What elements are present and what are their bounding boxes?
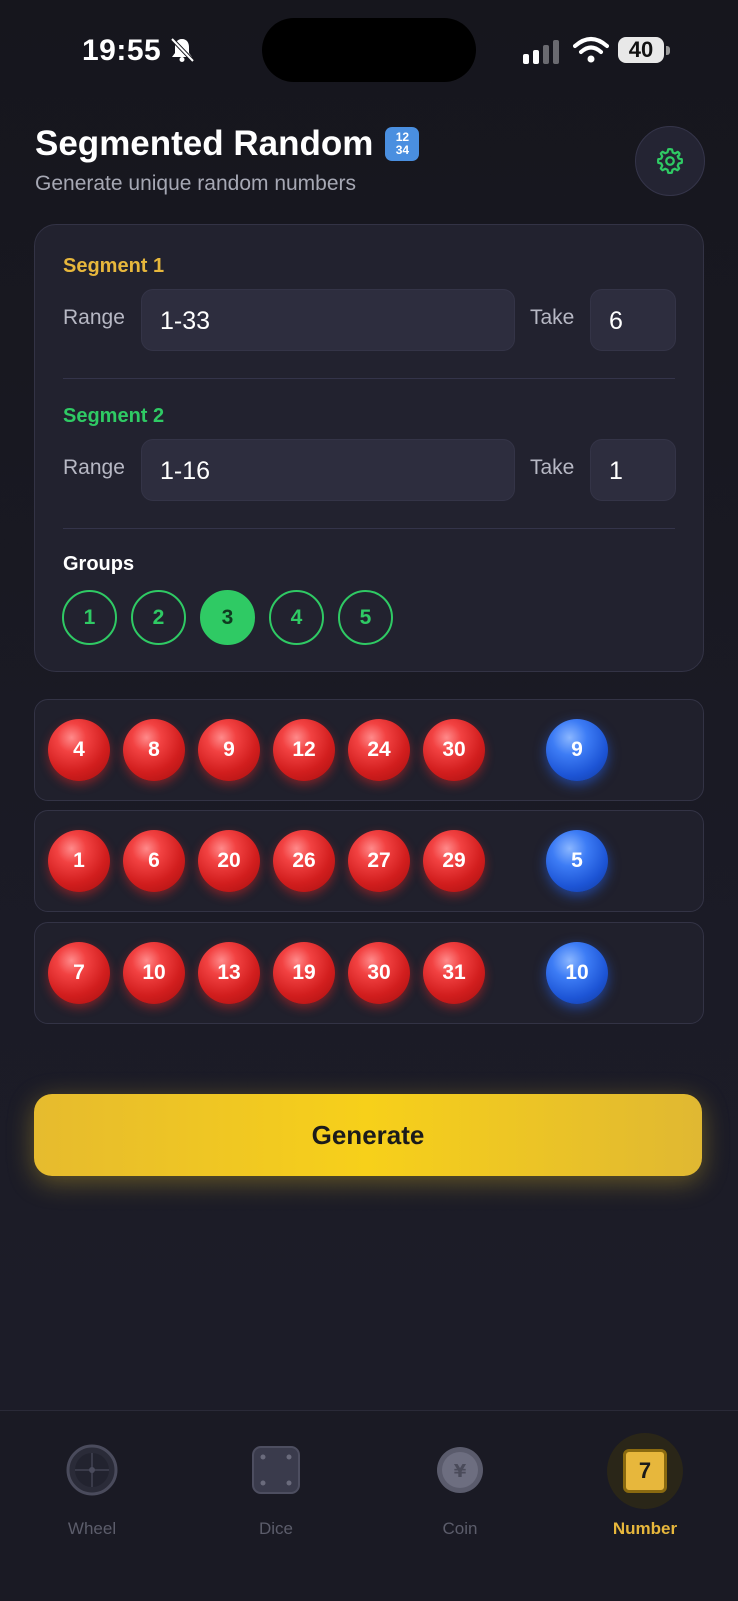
page-title-row: Segmented Random 12 34 bbox=[35, 124, 420, 164]
red-ball: 1 bbox=[48, 830, 110, 892]
red-ball: 10 bbox=[123, 942, 185, 1004]
page-title: Segmented Random bbox=[35, 124, 374, 163]
tab-number-label: Number bbox=[612, 1519, 678, 1538]
red-ball: 13 bbox=[198, 942, 260, 1004]
wheel-icon bbox=[66, 1444, 118, 1496]
group-option-5[interactable]: 5 bbox=[338, 590, 393, 645]
tab-dice[interactable]: Dice bbox=[216, 1433, 336, 1543]
dynamic-island bbox=[262, 18, 476, 82]
red-ball: 20 bbox=[198, 830, 260, 892]
blue-ball: 10 bbox=[546, 942, 608, 1004]
segment-2-take-input[interactable]: 1 bbox=[590, 439, 676, 501]
segment-1-take-input[interactable]: 6 bbox=[590, 289, 676, 351]
tab-coin-label: Coin bbox=[442, 1519, 478, 1538]
red-ball: 24 bbox=[348, 719, 410, 781]
blue-ball: 5 bbox=[546, 830, 608, 892]
battery-level: 40 bbox=[618, 37, 664, 63]
divider bbox=[63, 528, 675, 529]
red-ball: 30 bbox=[348, 942, 410, 1004]
bell-muted-icon bbox=[170, 37, 195, 63]
group-option-2[interactable]: 2 bbox=[131, 590, 186, 645]
segments-card: Segment 1 Range 1-33 Take 6 Segment 2 Ra… bbox=[34, 224, 704, 672]
red-ball: 8 bbox=[123, 719, 185, 781]
number-icon-text: 7 bbox=[638, 1458, 652, 1483]
segment-2-take-label: Take bbox=[530, 456, 575, 479]
segment-2-range-input[interactable]: 1-16 bbox=[141, 439, 515, 501]
battery-indicator: 40 bbox=[618, 37, 672, 65]
segment-1-label: Segment 1 bbox=[63, 255, 165, 277]
tab-bar: Wheel Dice ¥ Coin 7 Number bbox=[0, 1410, 738, 1601]
numbers-emoji-icon: 12 34 bbox=[385, 127, 420, 161]
group-option-4[interactable]: 4 bbox=[269, 590, 324, 645]
red-ball: 26 bbox=[273, 830, 335, 892]
home-indicator bbox=[240, 1580, 498, 1586]
red-ball: 29 bbox=[423, 830, 485, 892]
settings-button[interactable] bbox=[635, 126, 705, 196]
group-option-1[interactable]: 1 bbox=[62, 590, 117, 645]
segment-2-label: Segment 2 bbox=[63, 405, 165, 427]
wifi-icon bbox=[573, 37, 609, 63]
segment-1-range-label: Range bbox=[63, 306, 125, 329]
dice-icon bbox=[252, 1446, 300, 1494]
result-row: 1 6 20 26 27 29 5 bbox=[34, 810, 704, 912]
tab-number[interactable]: 7 Number bbox=[585, 1433, 705, 1543]
generate-button[interactable]: Generate bbox=[34, 1094, 702, 1176]
tab-dice-label: Dice bbox=[258, 1519, 293, 1538]
groups-label: Groups bbox=[63, 553, 135, 575]
segment-2-range-label: Range bbox=[63, 456, 125, 479]
result-row: 4 8 9 12 24 30 9 bbox=[34, 699, 704, 801]
segment-1-range-input[interactable]: 1-33 bbox=[141, 289, 515, 351]
status-bar: 19:55 40 bbox=[0, 0, 738, 100]
red-ball: 30 bbox=[423, 719, 485, 781]
status-time: 19:55 bbox=[82, 34, 162, 67]
red-ball: 19 bbox=[273, 942, 335, 1004]
svg-text:¥: ¥ bbox=[454, 1461, 467, 1482]
coin-icon: ¥ bbox=[437, 1447, 483, 1493]
red-ball: 12 bbox=[273, 719, 335, 781]
red-ball: 6 bbox=[123, 830, 185, 892]
tab-wheel-label: Wheel bbox=[67, 1519, 117, 1538]
red-ball: 9 bbox=[198, 719, 260, 781]
page-subtitle: Generate unique random numbers bbox=[35, 172, 357, 195]
gear-icon bbox=[657, 148, 683, 174]
group-option-3-selected[interactable]: 3 bbox=[200, 590, 255, 645]
number-icon: 7 bbox=[623, 1449, 667, 1493]
red-ball: 4 bbox=[48, 719, 110, 781]
divider bbox=[63, 378, 675, 379]
red-ball: 7 bbox=[48, 942, 110, 1004]
tab-wheel[interactable]: Wheel bbox=[32, 1433, 152, 1543]
red-ball: 27 bbox=[348, 830, 410, 892]
tab-coin[interactable]: ¥ Coin bbox=[400, 1433, 520, 1543]
red-ball: 31 bbox=[423, 942, 485, 1004]
cellular-signal-icon bbox=[523, 40, 559, 64]
blue-ball: 9 bbox=[546, 719, 608, 781]
segment-1-take-label: Take bbox=[530, 306, 575, 329]
result-row: 7 10 13 19 30 31 10 bbox=[34, 922, 704, 1024]
